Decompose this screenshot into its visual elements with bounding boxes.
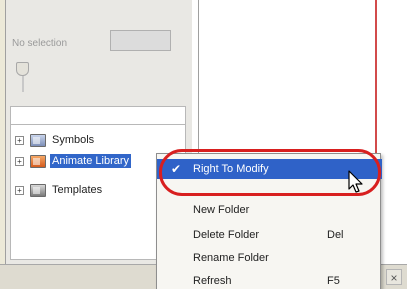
menu-item-label: Delete Folder xyxy=(193,229,260,241)
tree-item-label: Symbols xyxy=(52,134,95,146)
selection-value-field[interactable] xyxy=(110,30,171,51)
tree-item-label: Templates xyxy=(52,184,103,196)
tree-item-animate-library[interactable]: + Animate Library xyxy=(15,152,132,170)
zoom-slider-thumb[interactable] xyxy=(16,62,29,76)
tree-item-symbols[interactable]: + Symbols xyxy=(15,131,96,149)
menu-item-shortcut: F5 xyxy=(327,275,340,287)
expand-animate-library-icon[interactable]: + xyxy=(15,156,24,166)
close-icon[interactable]: × xyxy=(386,269,402,285)
library-tree-header xyxy=(10,106,186,125)
menu-item-label: Refresh xyxy=(193,275,232,287)
expand-templates-icon[interactable]: + xyxy=(15,185,24,195)
menu-item-new-folder[interactable]: New Folder xyxy=(157,200,382,220)
menu-item-delete-folder[interactable]: Delete Folder Del xyxy=(157,225,382,245)
menu-item-rename-folder[interactable]: Rename Folder xyxy=(157,248,382,268)
menu-item-shortcut: Del xyxy=(327,229,344,241)
mouse-cursor-icon xyxy=(348,170,363,193)
expand-symbols-icon[interactable]: + xyxy=(15,135,24,145)
templates-folder-icon xyxy=(30,183,46,197)
animate-library-folder-icon xyxy=(30,154,46,168)
menu-item-label: New Folder xyxy=(193,204,250,216)
tree-item-label: Animate Library xyxy=(50,154,132,168)
menu-item-label: Rename Folder xyxy=(193,252,269,264)
tree-item-templates[interactable]: + Templates xyxy=(15,181,104,199)
no-selection-label: No selection xyxy=(12,38,68,49)
menu-item-refresh[interactable]: Refresh F5 xyxy=(157,271,382,289)
symbols-folder-icon xyxy=(30,133,46,147)
